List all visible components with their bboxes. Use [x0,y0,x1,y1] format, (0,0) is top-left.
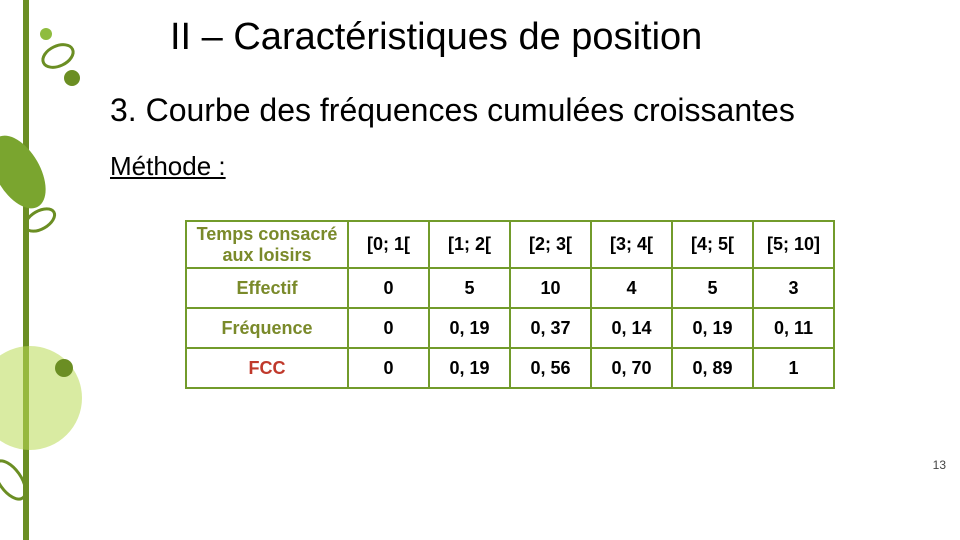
table-row: Fréquence 0 0, 19 0, 37 0, 14 0, 19 0, 1… [186,308,834,348]
cell: 5 [672,268,753,308]
slide-title: II – Caractéristiques de position [110,15,930,61]
interval-cell: [3; 4[ [591,221,672,268]
cell: 4 [591,268,672,308]
header-row-label: Temps consacré aux loisirs [186,221,348,268]
cell: 0 [348,268,429,308]
cell: 0 [348,348,429,388]
row-label-fcc: FCC [186,348,348,388]
table-row: FCC 0 0, 19 0, 56 0, 70 0, 89 1 [186,348,834,388]
data-table: Temps consacré aux loisirs [0; 1[ [1; 2[… [185,220,835,389]
cell: 0, 89 [672,348,753,388]
interval-cell: [4; 5[ [672,221,753,268]
interval-cell: [2; 3[ [510,221,591,268]
cell: 3 [753,268,834,308]
slide-content: II – Caractéristiques de position 3. Cou… [110,15,930,525]
cell: 0 [348,308,429,348]
interval-cell: [5; 10] [753,221,834,268]
cell: 0, 37 [510,308,591,348]
cell: 5 [429,268,510,308]
cell: 0, 11 [753,308,834,348]
interval-cell: [0; 1[ [348,221,429,268]
cell: 0, 56 [510,348,591,388]
cell: 0, 19 [429,308,510,348]
interval-cell: [1; 2[ [429,221,510,268]
cell: 0, 19 [429,348,510,388]
data-table-wrap: Temps consacré aux loisirs [0; 1[ [1; 2[… [185,220,835,389]
row-label-frequence: Fréquence [186,308,348,348]
slide-subtitle: 3. Courbe des fréquences cumulées croiss… [110,91,930,129]
table-header-row: Temps consacré aux loisirs [0; 1[ [1; 2[… [186,221,834,268]
cell: 0, 70 [591,348,672,388]
cell: 0, 19 [672,308,753,348]
cell: 0, 14 [591,308,672,348]
accent-decor [0,0,55,540]
row-label-effectif: Effectif [186,268,348,308]
cell: 1 [753,348,834,388]
page-number: 13 [933,458,946,472]
cell: 10 [510,268,591,308]
table-row: Effectif 0 5 10 4 5 3 [186,268,834,308]
method-label: Méthode : [110,151,930,182]
